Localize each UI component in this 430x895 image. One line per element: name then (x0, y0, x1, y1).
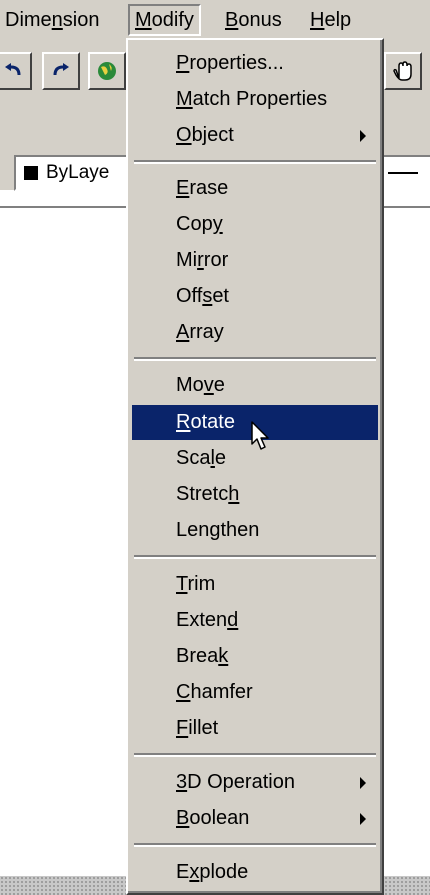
menu-bar: Dimension Modify Bonus Help (0, 0, 430, 38)
menu-separator (134, 160, 376, 164)
menu-item-break[interactable]: Break (132, 639, 378, 674)
menu-item-mirror[interactable]: Mirror (132, 243, 378, 278)
undo-button[interactable] (0, 52, 32, 90)
submenu-arrow-icon (360, 813, 366, 825)
globe-icon (98, 62, 116, 80)
menu-item-explode[interactable]: Explode (132, 855, 378, 890)
menu-item-offset[interactable]: Offset (132, 279, 378, 314)
menu-item-move[interactable]: Move (132, 368, 378, 403)
menu-separator (134, 555, 376, 559)
menu-item-copy[interactable]: Copy (132, 207, 378, 242)
menu-item-properties[interactable]: Properties... (132, 46, 378, 81)
menu-item-erase[interactable]: Erase (132, 171, 378, 206)
pan-icon (393, 61, 412, 81)
menu-item-stretch[interactable]: Stretch (132, 477, 378, 512)
menu-separator (134, 753, 376, 757)
menu-item-array[interactable]: Array (132, 315, 378, 350)
redo-icon (53, 63, 69, 76)
undo-icon (5, 63, 21, 76)
menu-item-trim[interactable]: Trim (132, 567, 378, 602)
menu-item-3d-operation[interactable]: 3D Operation (132, 765, 378, 800)
mouse-cursor-icon (251, 421, 269, 450)
menu-item-match-properties[interactable]: Match Properties (132, 82, 378, 117)
menu-item-chamfer[interactable]: Chamfer (132, 675, 378, 710)
menu-item-lengthen[interactable]: Lengthen (132, 513, 378, 548)
color-swatch (24, 166, 38, 180)
menu-separator (134, 357, 376, 361)
globe-button[interactable] (88, 52, 126, 90)
menu-modify[interactable]: Modify (128, 4, 201, 36)
menu-item-extend[interactable]: Extend (132, 603, 378, 638)
redo-button[interactable] (42, 52, 80, 90)
submenu-arrow-icon (360, 777, 366, 789)
menu-separator (134, 843, 376, 847)
menu-item-fillet[interactable]: Fillet (132, 711, 378, 746)
linetype-combo[interactable] (380, 155, 430, 191)
pan-button[interactable] (384, 52, 422, 90)
menu-dimension[interactable]: Dimension (0, 4, 105, 36)
menu-item-boolean[interactable]: Boolean (132, 801, 378, 836)
menu-help[interactable]: Help (305, 4, 356, 36)
submenu-arrow-icon (360, 130, 366, 142)
layer-value: ByLaye (46, 162, 110, 183)
modify-menu: Properties... Match Properties Object Er… (126, 38, 384, 895)
menu-item-object[interactable]: Object (132, 118, 378, 153)
menu-bonus[interactable]: Bonus (220, 4, 287, 36)
